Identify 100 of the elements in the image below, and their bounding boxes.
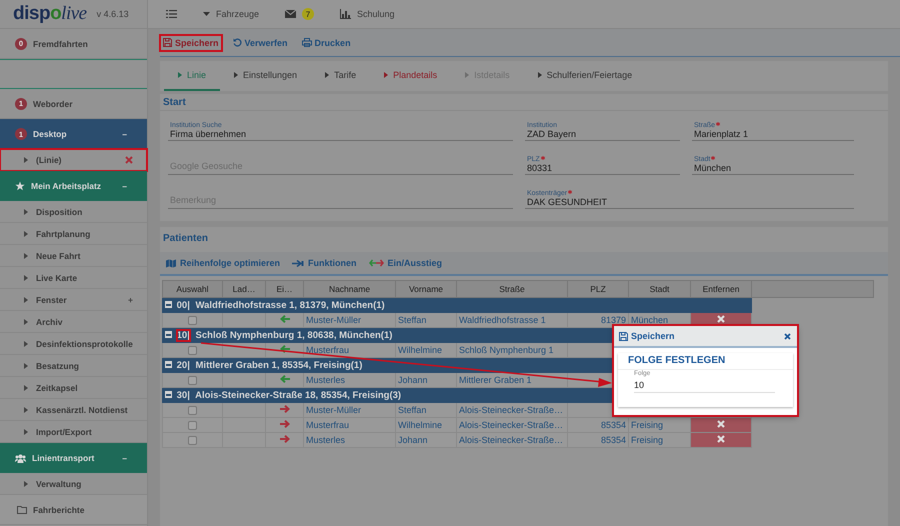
chart-icon bbox=[340, 9, 352, 19]
sidebar-item[interactable]: Live Karte bbox=[0, 267, 147, 289]
print-button[interactable]: Drucken bbox=[298, 34, 354, 50]
table-cell: 81379 bbox=[600, 315, 626, 325]
caret-icon bbox=[24, 384, 28, 390]
remove-button[interactable] bbox=[690, 432, 752, 448]
collapse-toggle[interactable]: – bbox=[122, 181, 127, 191]
save-button[interactable]: Speichern bbox=[160, 34, 222, 50]
caret-icon bbox=[24, 428, 28, 434]
table-cell: Musterles bbox=[306, 375, 346, 385]
collapse-icon[interactable] bbox=[165, 331, 172, 338]
caret-icon bbox=[24, 480, 28, 486]
caret-icon bbox=[203, 12, 210, 16]
discard-button[interactable]: Verwerfen bbox=[230, 34, 291, 50]
sidebar-item[interactable]: Kassenärztl. Notdienst bbox=[0, 399, 147, 421]
sidebar-item[interactable]: Disposition bbox=[0, 201, 147, 223]
field-value: ZAD Bayern bbox=[527, 129, 578, 139]
column-header[interactable]: Entfernen bbox=[690, 280, 752, 298]
group-address: Mittlerer Graben 1, 85354, Freising(1) bbox=[196, 360, 362, 370]
column-header[interactable]: Straße bbox=[456, 280, 568, 298]
undo-icon bbox=[232, 38, 242, 47]
sidebar-label: Zeitkapsel bbox=[36, 382, 78, 392]
collapse-icon[interactable] bbox=[165, 361, 172, 368]
tab[interactable]: Schulferien/Feiertage bbox=[524, 61, 646, 91]
tab[interactable]: Plandetails bbox=[370, 61, 452, 91]
table-cell: Waldfriedhofstrasse 1 bbox=[459, 315, 546, 325]
caret-icon bbox=[24, 296, 28, 302]
sidebar-section[interactable]: Mein Arbeitsplatz – bbox=[0, 171, 147, 201]
column-header[interactable]: Ei… bbox=[266, 280, 304, 298]
column-header[interactable]: Stadt bbox=[628, 280, 690, 298]
dialog-heading: FOLGE FESTLEGEN bbox=[618, 353, 793, 370]
caret-icon bbox=[465, 72, 470, 78]
caret-icon bbox=[24, 406, 28, 412]
sidebar-item[interactable]: Archiv bbox=[0, 311, 147, 333]
sidebar-label: Live Karte bbox=[36, 272, 78, 282]
collapse-toggle[interactable]: – bbox=[122, 129, 127, 139]
collapse-icon[interactable] bbox=[165, 301, 172, 308]
table-cell: Muster-Müller bbox=[306, 315, 362, 325]
tab[interactable]: Linie bbox=[164, 61, 220, 91]
group-row[interactable]: 00| Waldfriedhofstrasse 1, 81379, München(1) bbox=[162, 298, 752, 312]
menu-icon[interactable] bbox=[166, 10, 177, 18]
save-button[interactable]: Speichern bbox=[619, 331, 675, 341]
boarding-button[interactable]: Ein/Ausstieg bbox=[368, 258, 442, 268]
sidebar-item[interactable]: Fenster + bbox=[0, 289, 147, 311]
checkbox[interactable] bbox=[188, 421, 197, 430]
caret-icon bbox=[24, 362, 28, 368]
table-cell: Alois-Steinecker-Straße… bbox=[459, 435, 564, 445]
tab[interactable]: Tarife bbox=[311, 61, 370, 91]
column-header[interactable]: Auswahl bbox=[162, 280, 222, 298]
sequence-number: 30| bbox=[176, 390, 190, 400]
section-title: Patienten bbox=[162, 232, 210, 246]
checkbox[interactable] bbox=[188, 406, 197, 416]
column-header[interactable]: PLZ bbox=[568, 280, 628, 298]
checkbox[interactable] bbox=[188, 316, 197, 326]
table-cell: Musterles bbox=[306, 435, 346, 445]
expand-toggle[interactable]: + bbox=[128, 294, 133, 304]
table-cell: Mittlerer Graben 1 bbox=[459, 375, 532, 385]
caret-icon bbox=[384, 72, 388, 78]
sequence-number: 20| bbox=[176, 360, 190, 370]
remove-button[interactable] bbox=[690, 418, 752, 432]
count-badge: 7 bbox=[302, 8, 314, 20]
field-value: Marienplatz 1 bbox=[694, 129, 750, 139]
sidebar-item[interactable]: Neue Fahrt bbox=[0, 245, 147, 267]
table-cell: Steffan bbox=[398, 315, 426, 325]
sidebar-item[interactable]: Zeitkapsel bbox=[0, 377, 147, 399]
mail-button[interactable]: 7 bbox=[285, 8, 314, 20]
caret-icon bbox=[24, 156, 28, 162]
checkbox[interactable] bbox=[188, 346, 197, 356]
sidebar-item[interactable]: Fahrberichte bbox=[0, 495, 147, 525]
table-cell: Johann bbox=[398, 375, 428, 385]
collapse-icon[interactable] bbox=[165, 391, 172, 398]
close-icon bbox=[717, 435, 725, 443]
vehicles-dropdown[interactable]: Fahrzeuge bbox=[203, 9, 260, 19]
table-cell: Wilhelmine bbox=[398, 345, 442, 355]
sidebar-item[interactable]: (Linie) bbox=[0, 149, 147, 171]
column-header[interactable]: Lad… bbox=[222, 280, 266, 298]
tab[interactable]: Einstellungen bbox=[220, 61, 312, 91]
sidebar-label: Besatzung bbox=[36, 360, 79, 370]
required-mark bbox=[716, 122, 720, 126]
table-cell: 85354 bbox=[600, 435, 626, 445]
sidebar-label: Weborder bbox=[33, 98, 73, 108]
sidebar-item[interactable]: Fahrtplanung bbox=[0, 223, 147, 245]
checkbox[interactable] bbox=[188, 376, 197, 386]
column-header[interactable]: Nachname bbox=[304, 280, 396, 298]
checkbox[interactable] bbox=[188, 436, 197, 446]
sidebar-label: Linientransport bbox=[32, 453, 94, 463]
training-button[interactable]: Schulung bbox=[340, 9, 395, 19]
optimize-button[interactable]: Reihenfolge optimieren bbox=[166, 258, 280, 268]
sidebar-item[interactable]: Desinfektionsprotokolle bbox=[0, 333, 147, 355]
sidebar-section[interactable]: Linientransport – bbox=[0, 443, 147, 473]
sidebar-label: Archiv bbox=[36, 316, 62, 326]
close-icon[interactable] bbox=[784, 332, 791, 340]
sidebar-item[interactable]: Besatzung bbox=[0, 355, 147, 377]
column-header[interactable]: Vorname bbox=[396, 280, 456, 298]
collapse-toggle[interactable]: – bbox=[122, 453, 127, 463]
sidebar-label: Import/Export bbox=[36, 426, 92, 436]
table-cell: Musterfrau bbox=[306, 420, 350, 430]
functions-button[interactable]: Funktionen bbox=[292, 258, 357, 268]
sidebar-label: Desktop bbox=[33, 129, 67, 139]
swap-arrows-icon bbox=[368, 259, 384, 267]
